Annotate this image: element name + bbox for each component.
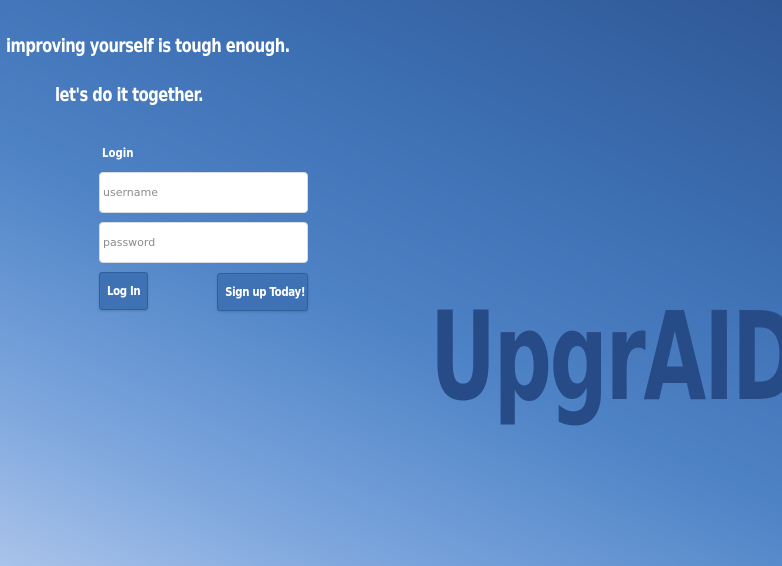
login-heading: Login bbox=[102, 146, 134, 160]
password-input[interactable] bbox=[99, 222, 308, 263]
brand-logo-text: UpgrAID bbox=[430, 286, 782, 428]
tagline-line-1: improving yourself is tough enough. bbox=[6, 35, 290, 57]
tagline-line-2: let's do it together. bbox=[55, 84, 204, 106]
login-button[interactable]: Log In bbox=[99, 272, 148, 310]
signup-button[interactable]: Sign up Today! bbox=[217, 273, 308, 311]
login-button-label: Log In bbox=[106, 284, 141, 298]
signup-button-label: Sign up Today! bbox=[225, 285, 306, 299]
username-input[interactable] bbox=[99, 172, 308, 213]
